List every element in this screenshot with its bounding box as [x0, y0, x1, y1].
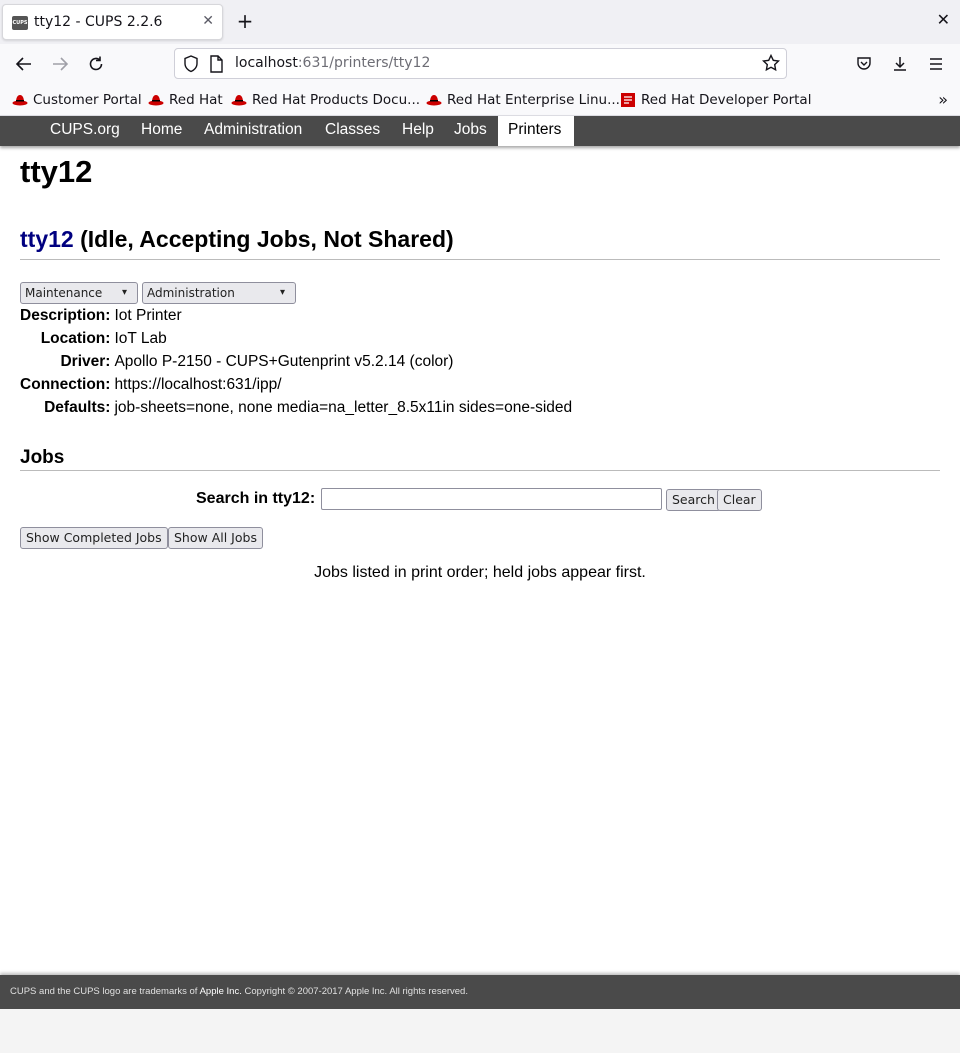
nav-administration[interactable]: Administration [194, 116, 312, 146]
pocket-button[interactable] [852, 52, 876, 76]
tab-close-icon[interactable]: ✕ [202, 13, 214, 29]
nav-help[interactable]: Help [392, 116, 444, 146]
bookmark-red-hat-products-docs[interactable]: Red Hat Products Docu... [231, 92, 420, 108]
cups-navigation-bar: CUPS.org Home Administration Classes Hel… [0, 116, 960, 146]
browser-tab-strip: CUPS tty12 - CUPS 2.2.6 ✕ + ✕ [0, 0, 960, 44]
printer-properties-table: Description: Iot Printer Location: IoT L… [20, 304, 572, 419]
bookmark-customer-portal[interactable]: Customer Portal [12, 92, 142, 108]
bookmarks-toolbar: Customer Portal Red Hat Red Hat Products… [0, 84, 960, 116]
url-path: :631/printers/tty12 [297, 55, 431, 71]
property-label: Connection: [20, 375, 111, 393]
back-button[interactable] [12, 52, 36, 76]
search-label: Search in tty12: [196, 490, 316, 507]
nav-cups-org[interactable]: CUPS.org [40, 116, 130, 146]
hamburger-menu-icon [930, 58, 942, 70]
property-value: IoT Lab [114, 329, 167, 347]
property-label: Description: [20, 306, 111, 324]
developer-portal-icon [620, 93, 636, 107]
clear-button[interactable]: Clear [717, 489, 762, 511]
search-input[interactable] [321, 488, 662, 510]
property-label: Driver: [60, 352, 111, 370]
page-info-icon[interactable] [209, 55, 223, 77]
jobs-heading: Jobs [20, 447, 65, 468]
property-value: Iot Printer [114, 306, 182, 324]
table-row: Defaults: job-sheets=none, none media=na… [20, 396, 572, 419]
property-label: Defaults: [44, 398, 111, 416]
printer-status: (Idle, Accepting Jobs, Not Shared) [80, 226, 454, 252]
nav-classes[interactable]: Classes [315, 116, 390, 146]
url-bar[interactable]: localhost:631/printers/tty12 [174, 48, 787, 79]
page-bottom-area [0, 1009, 960, 1053]
footer-text: CUPS and the CUPS logo are trademarks of… [10, 986, 468, 997]
table-row: Connection: https://localhost:631/ipp/ [20, 373, 572, 396]
search-button[interactable]: Search [666, 489, 721, 511]
bookmark-red-hat-enterprise-linux[interactable]: Red Hat Enterprise Linu... [426, 92, 620, 108]
jobs-divider [20, 470, 940, 471]
footer-copyright: Copyright © 2007-2017 Apple Inc. All rig… [241, 986, 468, 997]
maintenance-select[interactable]: Maintenance [20, 282, 138, 304]
redhat-icon [231, 94, 247, 106]
bookmark-red-hat[interactable]: Red Hat [148, 92, 223, 108]
table-row: Description: Iot Printer [20, 304, 572, 327]
maintenance-select-wrapper[interactable]: Maintenance ▾ [20, 282, 138, 304]
show-completed-jobs-button[interactable]: Show Completed Jobs [20, 527, 168, 549]
cups-favicon-icon: CUPS [12, 16, 28, 30]
printer-link[interactable]: tty12 [20, 226, 74, 252]
redhat-icon [12, 94, 28, 106]
footer-prefix: CUPS and the CUPS logo are trademarks of [10, 986, 200, 997]
bookmark-label: Red Hat Developer Portal [641, 92, 812, 108]
bookmark-label: Red Hat Products Docu... [252, 92, 421, 108]
pocket-icon [857, 57, 871, 70]
reload-button[interactable] [84, 52, 108, 76]
property-label: Location: [40, 329, 111, 347]
redhat-icon [426, 94, 442, 106]
table-row: Location: IoT Lab [20, 327, 572, 350]
window-close-icon[interactable]: ✕ [937, 10, 950, 29]
page-footer: CUPS and the CUPS logo are trademarks of… [0, 975, 960, 1009]
browser-tab[interactable]: CUPS tty12 - CUPS 2.2.6 ✕ [2, 4, 223, 40]
app-menu-button[interactable] [924, 52, 948, 76]
heading-divider [20, 259, 940, 260]
bookmark-label: Customer Portal [33, 92, 142, 108]
nav-home[interactable]: Home [131, 116, 192, 146]
bookmark-red-hat-developer-portal[interactable]: Red Hat Developer Portal [620, 92, 811, 108]
administration-select-wrapper[interactable]: Administration ▾ [142, 282, 296, 304]
browser-toolbar: localhost:631/printers/tty12 [0, 44, 960, 84]
bookmark-label: Red Hat Enterprise Linu... [447, 92, 620, 108]
property-value: Apollo P-2150 - CUPS+Gutenprint v5.2.14 … [114, 352, 454, 370]
reload-icon [89, 56, 103, 71]
property-value: job-sheets=none, none media=na_letter_8.… [114, 398, 573, 416]
url-text[interactable]: localhost:631/printers/tty12 [235, 55, 430, 71]
tab-title: tty12 - CUPS 2.2.6 [34, 14, 163, 30]
new-tab-button[interactable]: + [234, 8, 256, 34]
administration-select[interactable]: Administration [142, 282, 296, 304]
show-all-jobs-button[interactable]: Show All Jobs [168, 527, 263, 549]
bookmark-star-icon[interactable] [761, 53, 781, 76]
nav-jobs[interactable]: Jobs [444, 116, 497, 146]
forward-button[interactable] [48, 52, 72, 76]
forward-arrow-icon [53, 57, 69, 71]
nav-printers[interactable]: Printers [498, 116, 574, 146]
printer-status-heading: tty12 (Idle, Accepting Jobs, Not Shared) [20, 226, 454, 253]
tracking-shield-icon[interactable] [183, 55, 199, 77]
bookmark-label: Red Hat [169, 92, 223, 108]
back-arrow-icon [15, 57, 31, 71]
redhat-icon [148, 94, 164, 106]
url-host: localhost [235, 55, 298, 71]
property-value: https://localhost:631/ipp/ [114, 375, 282, 393]
apple-link[interactable]: Apple Inc. [200, 986, 242, 997]
bookmarks-overflow-chevron-icon[interactable]: » [938, 90, 948, 109]
downloads-button[interactable] [888, 52, 912, 76]
download-icon [894, 57, 906, 71]
page-title: tty12 [20, 154, 93, 189]
table-row: Driver: Apollo P-2150 - CUPS+Gutenprint … [20, 350, 572, 373]
jobs-note: Jobs listed in print order; held jobs ap… [314, 564, 646, 581]
